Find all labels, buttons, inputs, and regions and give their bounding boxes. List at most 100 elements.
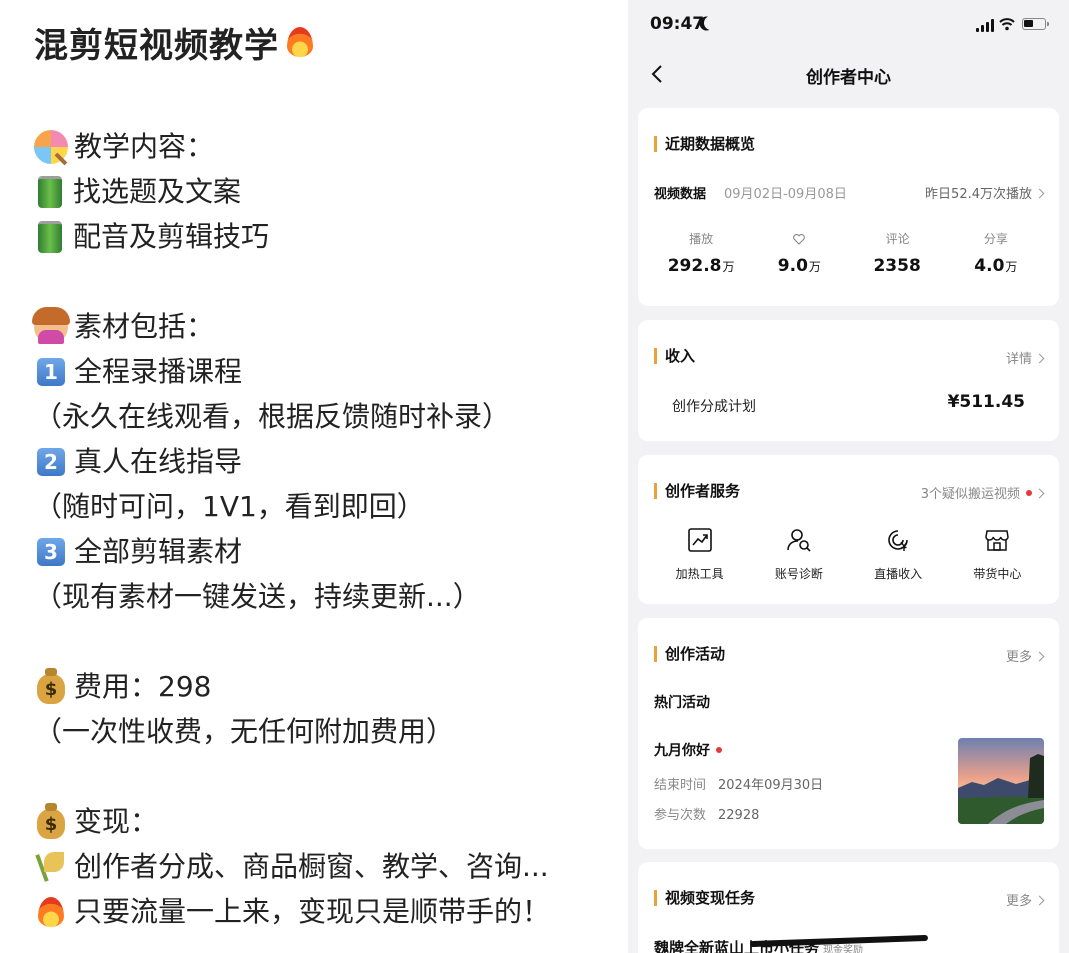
hot-activities-label: 热门活动	[654, 695, 710, 711]
money-bag-icon: $	[37, 667, 65, 704]
video-data-label: 视频数据	[654, 187, 707, 202]
stat-label: 评论	[885, 232, 910, 246]
post-line-text: （永久在线观看，根据反馈随时补录）	[34, 400, 511, 433]
lollipop-icon	[34, 129, 68, 164]
woman-tipping-hand-icon	[32, 306, 70, 344]
post-line-text: 配音及剪辑技巧	[73, 220, 270, 253]
fire-icon	[34, 895, 68, 929]
user-search-icon	[787, 529, 811, 552]
signal-icon	[976, 18, 994, 32]
post-line: （永久在线观看，根据反馈随时补录）	[34, 394, 550, 439]
income-card: 收入 详情 创作分成计划 ¥511.45	[638, 320, 1059, 441]
stat-item[interactable]: 9.0万	[750, 230, 848, 276]
activities-more-link[interactable]: 更多	[1006, 646, 1045, 665]
post-line: 教学内容：	[34, 124, 550, 169]
income-amount: ¥511.45	[947, 392, 1025, 412]
stats-row: 播放 292.8万 9.0万 评论 2358 分享 4.0万	[652, 230, 1045, 276]
tool-heat[interactable]: 加热工具	[650, 527, 749, 582]
wifi-icon	[999, 18, 1015, 31]
nav-bar: 创作者中心	[628, 52, 1069, 96]
page-title: 创作者中心	[806, 68, 891, 88]
post-title: 混剪短视频教学	[34, 18, 323, 67]
red-dot-icon	[716, 747, 722, 753]
activity-end-time: 结束时间 2024年09月30日	[654, 778, 824, 793]
post-line: 素材包括：	[32, 304, 550, 349]
activity-name[interactable]: 九月你好	[654, 740, 722, 760]
video-tasks-more-link[interactable]: 更多	[1006, 890, 1045, 909]
chevron-right-icon	[1034, 353, 1045, 364]
services-tools: 加热工具 账号诊断 直播收入 带货中心	[650, 527, 1047, 582]
services-card: 创作者服务 3个疑似搬运视频 加热工具 账号诊断 直播收入 带货中心	[638, 455, 1059, 604]
stat-label: 分享	[983, 232, 1008, 246]
money-bag-icon: $	[37, 802, 65, 839]
post-line: $ 变现：	[34, 799, 550, 844]
income-details-link[interactable]: 详情	[1006, 348, 1045, 367]
date-range: 09月02日-09月08日	[724, 187, 847, 202]
tool-diagnosis[interactable]: 账号诊断	[749, 527, 848, 582]
keycap-2-icon: 2	[37, 447, 65, 476]
post-line: 配音及剪辑技巧	[34, 214, 550, 259]
activities-card: 创作活动 更多 热门活动 九月你好 结束时间 2024年09月30日 参与次数 22…	[638, 618, 1059, 849]
post-line: 只要流量一上来，变现只是顺带手的！	[34, 889, 550, 934]
post-body: 教学内容： 找选题及文案 配音及剪辑技巧 素材包括： 1 全程录播课程 （永久在线观看，根据…	[32, 124, 550, 934]
fire-icon	[283, 25, 317, 61]
post-line-text: 费用：298	[74, 670, 212, 703]
stat-item[interactable]: 播放 292.8万	[652, 230, 750, 276]
live-yen-icon	[888, 530, 908, 551]
shop-icon	[985, 530, 1010, 551]
moon-icon	[702, 14, 720, 32]
post-line: $ 费用：298	[34, 664, 550, 709]
post-line-text: 全程录播课程	[74, 355, 243, 388]
yesterday-plays-link[interactable]: 昨日52.4万次播放	[925, 183, 1045, 202]
chevron-right-icon	[1034, 488, 1045, 499]
stat-item[interactable]: 分享 4.0万	[947, 230, 1045, 276]
transport-video-notice[interactable]: 3个疑似搬运视频	[921, 483, 1045, 502]
post-line: （随时可问，1V1，看到即回）	[34, 484, 550, 529]
post-line-text: 创作者分成、商品橱窗、教学、咨询...	[74, 850, 549, 883]
stat-value: 4.0万	[974, 256, 1018, 276]
chevron-right-icon	[1034, 895, 1045, 906]
activity-participants: 参与次数 22928	[654, 808, 760, 823]
stat-value: 9.0万	[777, 256, 821, 276]
status-time: 09:47	[650, 14, 705, 34]
heart-icon	[750, 230, 848, 248]
income-plan-label: 创作分成计划	[672, 399, 756, 415]
overview-title: 近期数据概览	[654, 136, 755, 152]
tool-live-income[interactable]: 直播收入	[849, 527, 948, 582]
chevron-right-icon	[1034, 188, 1045, 199]
post-line-text: 真人在线指导	[74, 445, 243, 478]
overview-card: 近期数据概览 视频数据 09月02日-09月08日 昨日52.4万次播放 播放 2…	[638, 108, 1059, 306]
stat-label: 播放	[689, 232, 714, 246]
tool-shop-center[interactable]: 带货中心	[948, 527, 1047, 582]
video-tasks-card: 视频变现任务 更多 魏牌全新蓝山上市小任务 现金奖励	[638, 862, 1059, 953]
post-line: 3 全部剪辑素材	[34, 529, 550, 574]
keycap-3-icon: 3	[37, 537, 65, 566]
post-line-text: 素材包括：	[74, 310, 215, 343]
post-line-text: 找选题及文案	[73, 175, 242, 208]
activity-thumbnail[interactable]	[958, 738, 1044, 824]
post-line: 找选题及文案	[34, 169, 550, 214]
income-title: 收入	[654, 348, 695, 364]
post-line: （现有素材一键发送，持续更新...）	[34, 574, 550, 619]
post-line-text: （随时可问，1V1，看到即回）	[34, 490, 425, 523]
post-line-text: （现有素材一键发送，持续更新...）	[34, 580, 481, 613]
battery-can-icon	[38, 175, 62, 208]
post-line-text: 教学内容：	[74, 130, 215, 163]
post-text-panel: 混剪短视频教学 教学内容： 找选题及文案 配音及剪辑技巧 素材包括： 1 全程录播课程 （永…	[0, 0, 628, 953]
post-line-text: 全部剪辑素材	[74, 535, 243, 568]
post-line-text: （一次性收费，无任何附加费用）	[34, 715, 455, 748]
stat-item[interactable]: 评论 2358	[849, 230, 947, 276]
post-line: 1 全程录播课程	[34, 349, 550, 394]
red-dot-icon	[1026, 490, 1032, 496]
status-bar: 09:47	[628, 0, 1069, 50]
chevron-right-icon	[1034, 651, 1045, 662]
rice-ear-icon	[34, 850, 68, 884]
post-line-text: 只要流量一上来，变现只是顺带手的！	[74, 895, 551, 928]
post-line: 创作者分成、商品橱窗、教学、咨询...	[34, 844, 550, 889]
battery-icon	[1022, 18, 1049, 30]
trend-chart-icon	[687, 528, 712, 552]
services-title: 创作者服务	[654, 483, 740, 499]
